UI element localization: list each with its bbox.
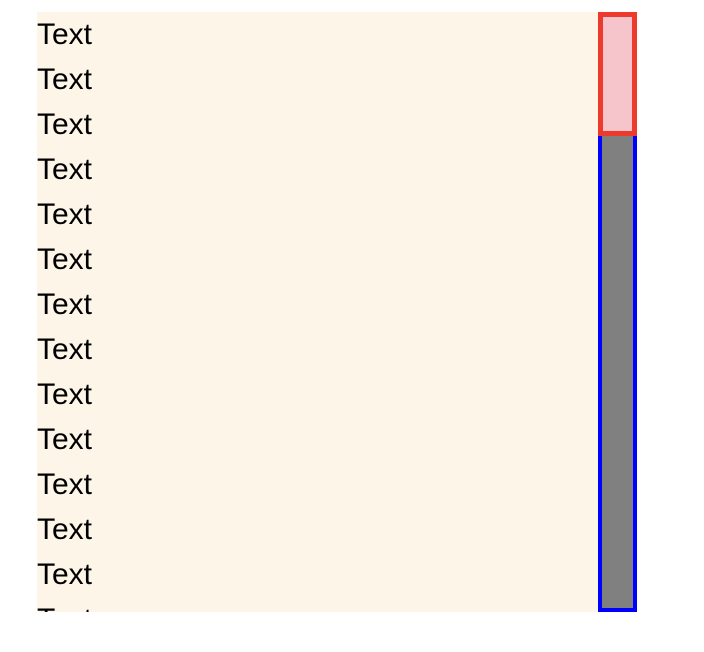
text-line: Text xyxy=(37,288,93,321)
text-line: Text xyxy=(37,468,93,501)
scrollbar-thumb[interactable] xyxy=(598,12,637,136)
text-line: Text xyxy=(37,63,93,96)
text-line: Text xyxy=(37,333,93,366)
content-pane: Text Text Text Text Text Text Text Text … xyxy=(37,12,598,612)
text-line: Text xyxy=(37,108,93,141)
text-line: Text xyxy=(37,597,598,612)
text-line: Text xyxy=(37,198,93,231)
text-line: Text xyxy=(37,153,93,186)
text-line: Text xyxy=(37,243,93,276)
scroll-container[interactable]: Text Text Text Text Text Text Text Text … xyxy=(37,12,637,612)
text-line: Text xyxy=(37,558,93,591)
text-line: Text xyxy=(37,18,93,51)
text-line: Text xyxy=(37,378,93,411)
text-line: Text xyxy=(37,423,93,456)
text-line: Text xyxy=(37,513,93,546)
